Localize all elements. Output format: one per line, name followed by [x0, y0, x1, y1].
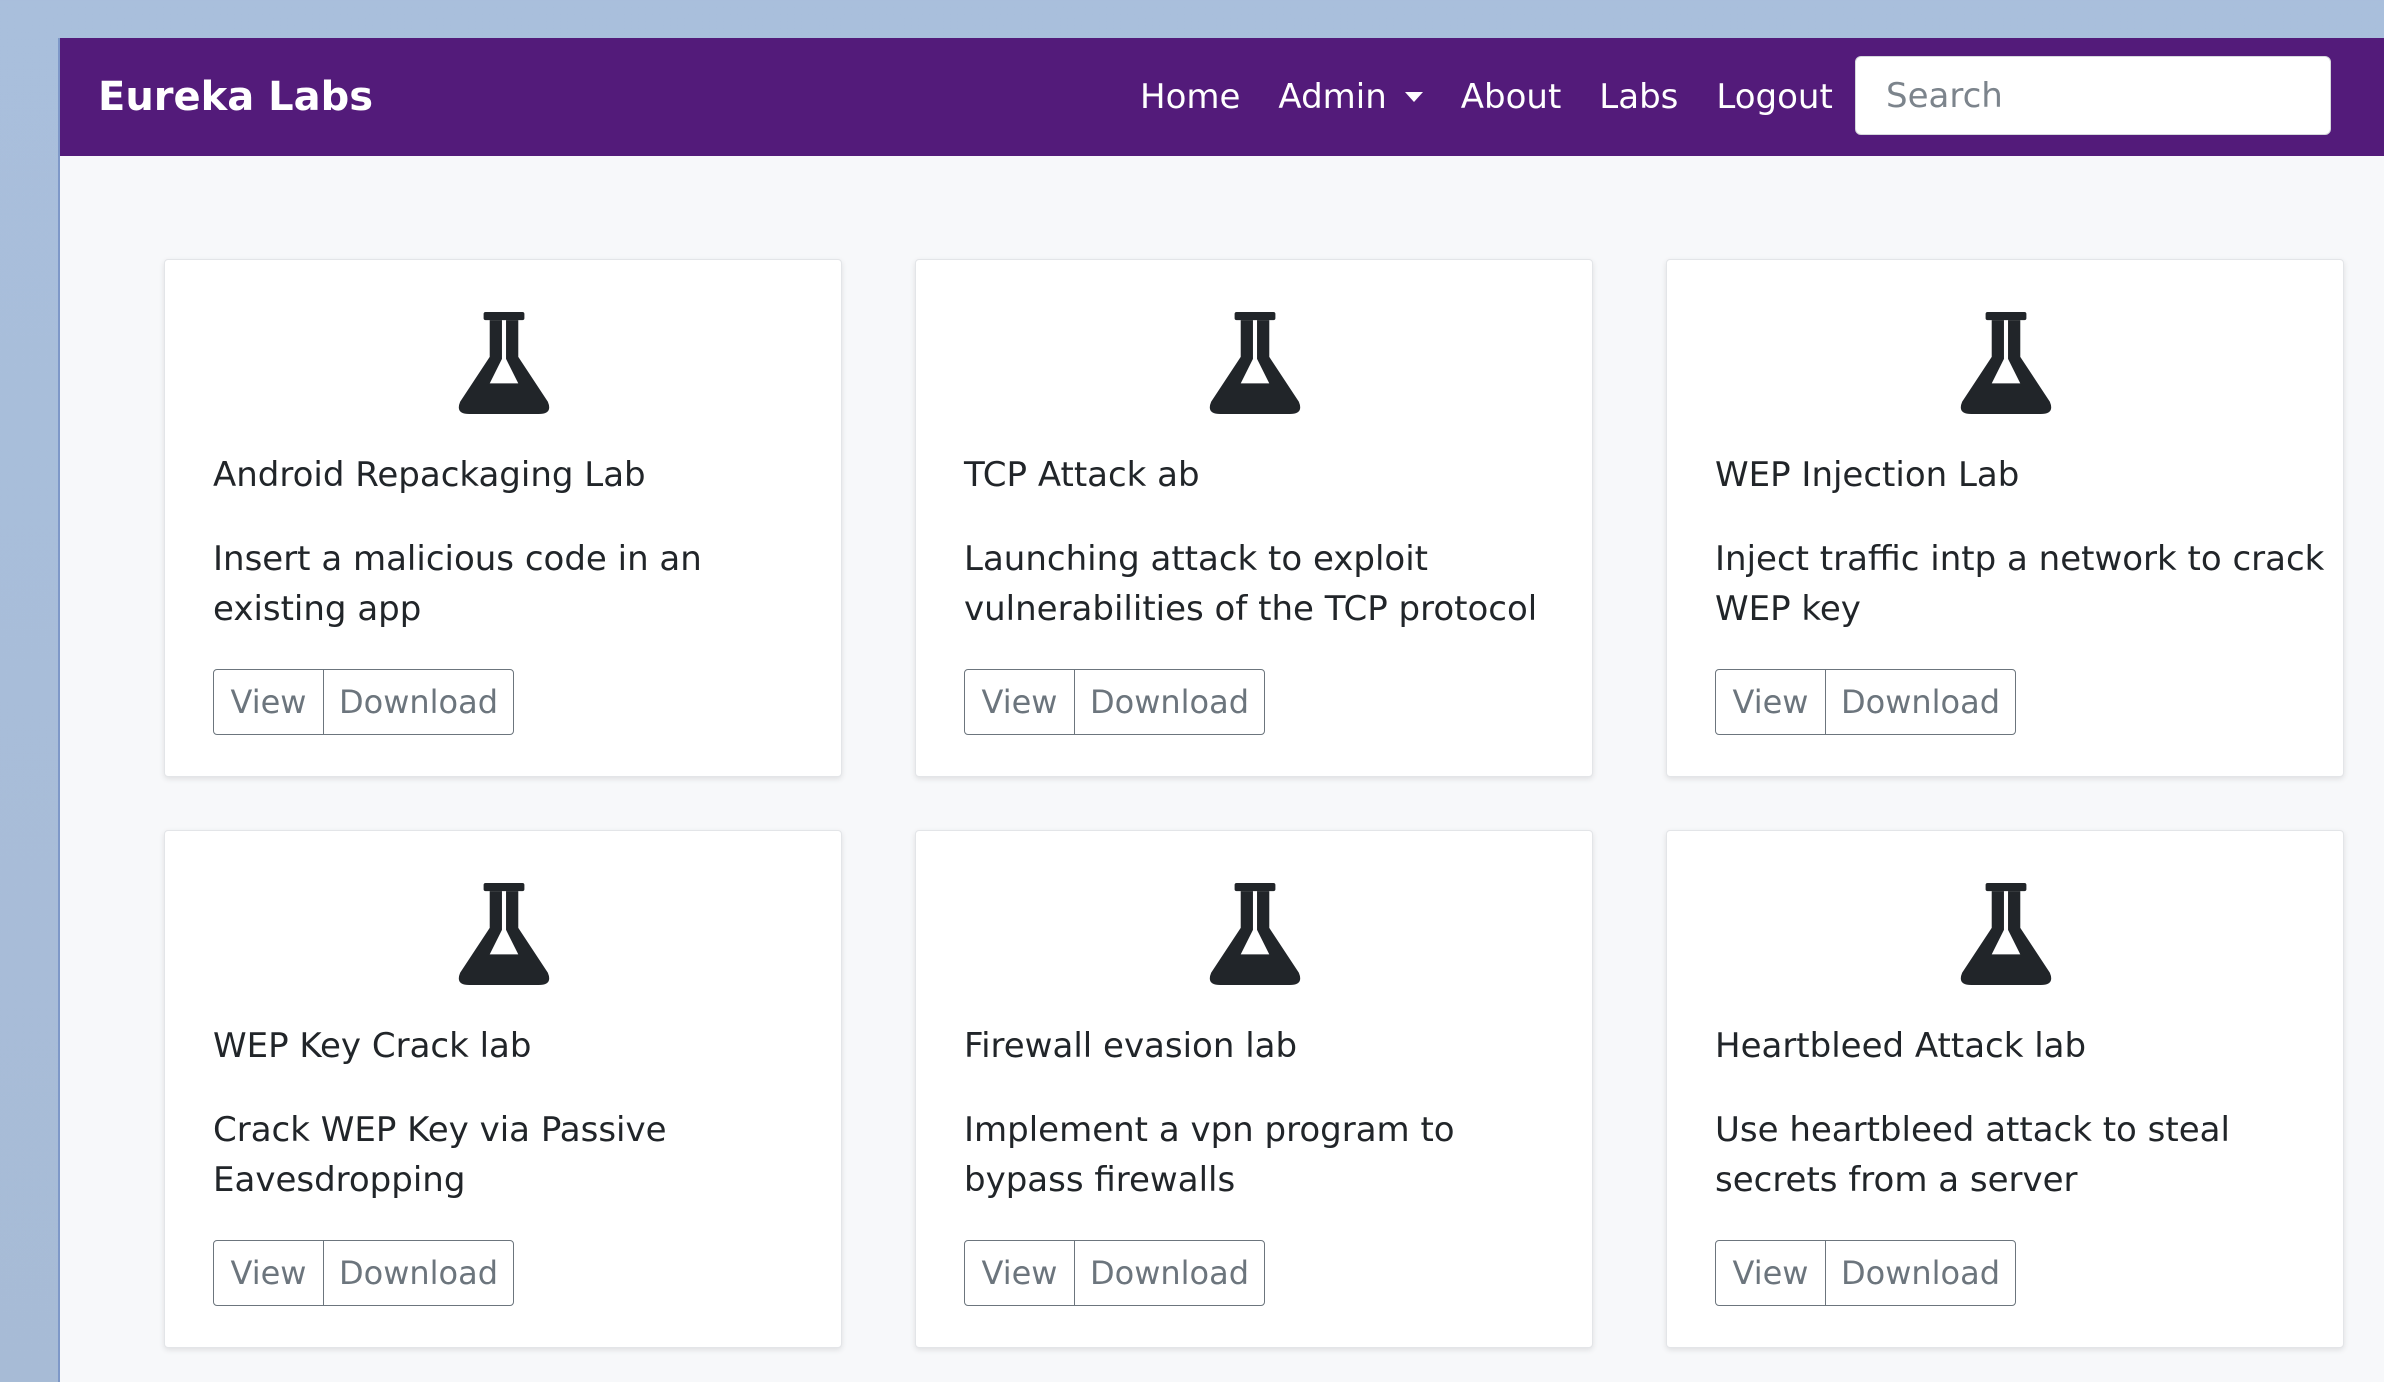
flask-icon: [1204, 883, 1306, 985]
nav-home[interactable]: Home: [1140, 69, 1240, 125]
card-title: Android Repackaging Lab: [213, 455, 646, 495]
flask-icon: [1955, 312, 2057, 414]
download-button[interactable]: Download: [1074, 1240, 1265, 1306]
download-button[interactable]: Download: [1825, 669, 2016, 735]
lab-card: WEP Key Crack lab Crack WEP Key via Pass…: [164, 830, 842, 1348]
card-title: Heartbleed Attack lab: [1715, 1026, 2087, 1066]
nav-admin-label: Admin: [1278, 77, 1387, 117]
download-button[interactable]: Download: [323, 1240, 514, 1306]
card-title: TCP Attack ab: [964, 455, 1200, 495]
card-description: Inject traffic intp a network to crack W…: [1715, 539, 2325, 629]
flask-icon: [1204, 312, 1306, 414]
lab-card: Android Repackaging Lab Insert a malicio…: [164, 259, 842, 777]
lab-card: TCP Attack ab Launching attack to exploi…: [915, 259, 1593, 777]
lab-card: WEP Injection Lab Inject traffic intp a …: [1666, 259, 2344, 777]
card-title: WEP Injection Lab: [1715, 455, 2020, 495]
card-actions: View Download: [213, 669, 514, 735]
navbar: Eureka Labs Home Admin About Labs Logout: [60, 38, 2384, 156]
card-actions: View Download: [964, 669, 1265, 735]
view-button[interactable]: View: [964, 1240, 1075, 1306]
brand-logo[interactable]: Eureka Labs: [98, 69, 373, 125]
browser-viewport: Eureka Labs Home Admin About Labs Logout…: [58, 38, 2384, 1382]
view-button[interactable]: View: [964, 669, 1075, 735]
card-description: Implement a vpn program to bypass firewa…: [964, 1110, 1455, 1200]
card-actions: View Download: [1715, 1240, 2016, 1306]
card-description: Launching attack to exploit vulnerabilit…: [964, 539, 1538, 629]
nav-admin-dropdown[interactable]: Admin: [1278, 69, 1423, 125]
lab-card: Firewall evasion lab Implement a vpn pro…: [915, 830, 1593, 1348]
flask-icon: [453, 312, 555, 414]
card-actions: View Download: [213, 1240, 514, 1306]
download-button[interactable]: Download: [323, 669, 514, 735]
card-actions: View Download: [964, 1240, 1265, 1306]
card-title: WEP Key Crack lab: [213, 1026, 532, 1066]
nav-labs[interactable]: Labs: [1599, 69, 1678, 125]
card-description: Insert a malicious code in an existing a…: [213, 539, 702, 629]
card-description: Use heartbleed attack to steal secrets f…: [1715, 1110, 2230, 1200]
card-description: Crack WEP Key via Passive Eavesdropping: [213, 1110, 667, 1200]
card-title: Firewall evasion lab: [964, 1026, 1298, 1066]
view-button[interactable]: View: [1715, 669, 1826, 735]
caret-down-icon: [1404, 92, 1423, 102]
card-actions: View Download: [1715, 669, 2016, 735]
download-button[interactable]: Download: [1074, 669, 1265, 735]
nav-logout[interactable]: Logout: [1716, 69, 1832, 125]
view-button[interactable]: View: [213, 1240, 324, 1306]
view-button[interactable]: View: [213, 669, 324, 735]
lab-card: Heartbleed Attack lab Use heartbleed att…: [1666, 830, 2344, 1348]
flask-icon: [453, 883, 555, 985]
search-input[interactable]: [1855, 56, 2331, 135]
download-button[interactable]: Download: [1825, 1240, 2016, 1306]
labs-grid: Android Repackaging Lab Insert a malicio…: [164, 259, 2344, 1348]
nav-links: Home Admin About Labs Logout: [1140, 69, 1833, 125]
view-button[interactable]: View: [1715, 1240, 1826, 1306]
flask-icon: [1955, 883, 2057, 985]
nav-about[interactable]: About: [1461, 69, 1562, 125]
